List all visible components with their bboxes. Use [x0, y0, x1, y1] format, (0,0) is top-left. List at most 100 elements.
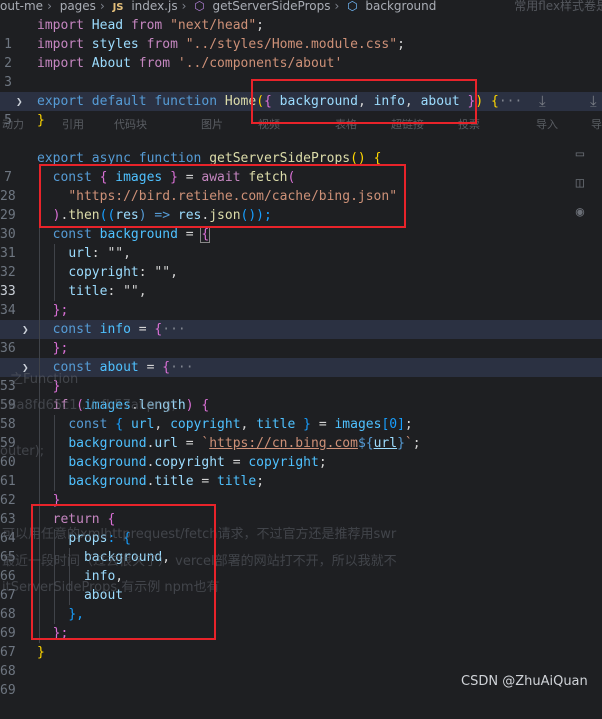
string-literal: "next/head": [170, 18, 257, 33]
identifier: background: [68, 455, 147, 470]
string-literal: '../components/about': [177, 56, 343, 71]
ghost-toolbar-label: 引用: [62, 118, 84, 131]
keyword: from: [138, 56, 171, 71]
bracket: }: [37, 645, 45, 660]
js-file-icon: JS: [112, 2, 124, 13]
bracket: }: [37, 113, 45, 128]
breadcrumb-item-pages[interactable]: pages: [60, 0, 96, 12]
keyword: const: [52, 227, 92, 242]
breadcrumb-separator: ›: [181, 0, 187, 13]
line-number: 69: [0, 683, 16, 698]
fold-ellipsis[interactable]: ···: [499, 94, 522, 109]
operator: =: [146, 360, 155, 375]
operator: =: [232, 455, 241, 470]
identifier: about: [99, 360, 139, 375]
property: copyright: [154, 455, 225, 470]
template-var: url: [373, 436, 398, 451]
breadcrumb-item-folder[interactable]: out-me: [0, 0, 43, 12]
bracket: ): [185, 398, 194, 413]
indent-guide: [54, 415, 55, 491]
punctuation: : "",: [107, 284, 147, 299]
bracket: };: [52, 303, 69, 318]
identifier: url: [130, 417, 155, 432]
operator: =: [185, 227, 194, 242]
bracket: {: [200, 226, 211, 243]
code-line: 1 import Head from "next/head";: [0, 16, 602, 52]
punctuation: ,: [240, 417, 249, 432]
breadcrumb: out-me › pages › JS index.js › ⬡ getServerS…: [0, 0, 602, 14]
keyword: from: [146, 37, 178, 52]
fold-ellipsis[interactable]: ···: [170, 360, 193, 375]
template-link[interactable]: https://cn.bing.com: [209, 436, 358, 451]
columns-icon[interactable]: ◫: [572, 175, 588, 191]
property: url: [154, 436, 178, 451]
bracket: {: [162, 360, 171, 375]
operator: =: [185, 436, 194, 451]
bracket: };: [52, 341, 69, 356]
bracket: {: [115, 417, 124, 432]
punctuation: : "",: [138, 265, 178, 280]
code-line: 68 }: [0, 643, 602, 679]
breadcrumb-item-function[interactable]: getServerSideProps: [213, 0, 331, 12]
ghost-toolbar-label: 代码块: [114, 118, 147, 131]
punctuation: ;: [397, 37, 405, 52]
identifier: copyright: [248, 455, 319, 470]
identifier: title: [256, 417, 296, 432]
identifier: copyright: [170, 417, 241, 432]
chevron-right-icon[interactable]: ❯: [16, 92, 23, 111]
cube-icon: ⬡: [194, 0, 205, 13]
code-line-folded: 36 ❯ const info = {···: [0, 320, 602, 356]
annotation-box-params: [251, 79, 477, 124]
code-line: 34 title: "",: [0, 282, 602, 318]
code-line: 2 import styles from "../styles/Home.mod…: [0, 35, 602, 71]
identifier: background: [68, 474, 147, 489]
property-key: title: [68, 284, 108, 299]
ghost-text: 58a8fd65c1.../cfb57af.png): [0, 398, 177, 413]
code-line: 60 background.url = `https://cn.bing.com…: [0, 434, 602, 470]
keyword: from: [130, 18, 163, 33]
punctuation: ,: [154, 417, 163, 432]
breadcrumb-item-symbol[interactable]: background: [365, 0, 436, 12]
keyword: const: [68, 417, 108, 432]
ghost-text: outer);: [0, 444, 45, 459]
code-line: 59 const { url, copyright, title } = ima…: [0, 415, 602, 451]
operator: =: [138, 322, 147, 337]
property-key: copyright: [68, 265, 139, 280]
string-literal: "../styles/Home.module.css": [185, 37, 398, 52]
keyword: default: [91, 94, 147, 109]
punctuation: ;: [412, 436, 421, 451]
fold-ellipsis[interactable]: ···: [162, 322, 185, 337]
code-line: 59 }: [0, 377, 602, 413]
code-line: 61 background.copyright = copyright;: [0, 453, 602, 489]
code-line: 3 import About from '../components/about…: [0, 54, 602, 90]
template-tick: `: [404, 436, 413, 451]
punctuation: ;: [318, 455, 327, 470]
keyword: import: [37, 37, 84, 52]
ghost-toolbar-label: 动力: [2, 118, 24, 131]
eye-icon[interactable]: ◉: [572, 204, 588, 220]
identifier: info: [99, 322, 131, 337]
code-line: 32 url: "",: [0, 244, 602, 280]
bracket: {: [201, 398, 210, 413]
ghost-text: 之Function: [10, 372, 79, 387]
ghost-toolbar-label: 图片: [201, 118, 223, 131]
breadcrumb-separator: ›: [334, 0, 340, 13]
identifier: About: [91, 56, 131, 71]
annotation-box-return: [31, 504, 216, 640]
ghost-toolbar-label: 导: [591, 118, 602, 131]
property-key: url: [68, 246, 92, 261]
punctuation: ;: [256, 474, 265, 489]
chevron-right-icon[interactable]: ❯: [22, 320, 29, 339]
download-icon: ⤓: [539, 92, 546, 110]
property: title: [154, 474, 194, 489]
keyword: const: [52, 322, 92, 337]
punctuation: ;: [404, 417, 413, 432]
identifier: background: [68, 436, 147, 451]
watermark: CSDN @ZhuAiQuan: [461, 674, 588, 689]
keyword: function: [154, 94, 218, 109]
template-expr: }: [397, 436, 405, 451]
ghost-tab-title: 常用flex样式卷是: [514, 0, 602, 13]
breadcrumb-item-file[interactable]: index.js: [131, 0, 177, 12]
layout-icon[interactable]: ▭: [572, 146, 588, 162]
code-line-folded: 53 ❯ const about = {···: [0, 358, 602, 394]
